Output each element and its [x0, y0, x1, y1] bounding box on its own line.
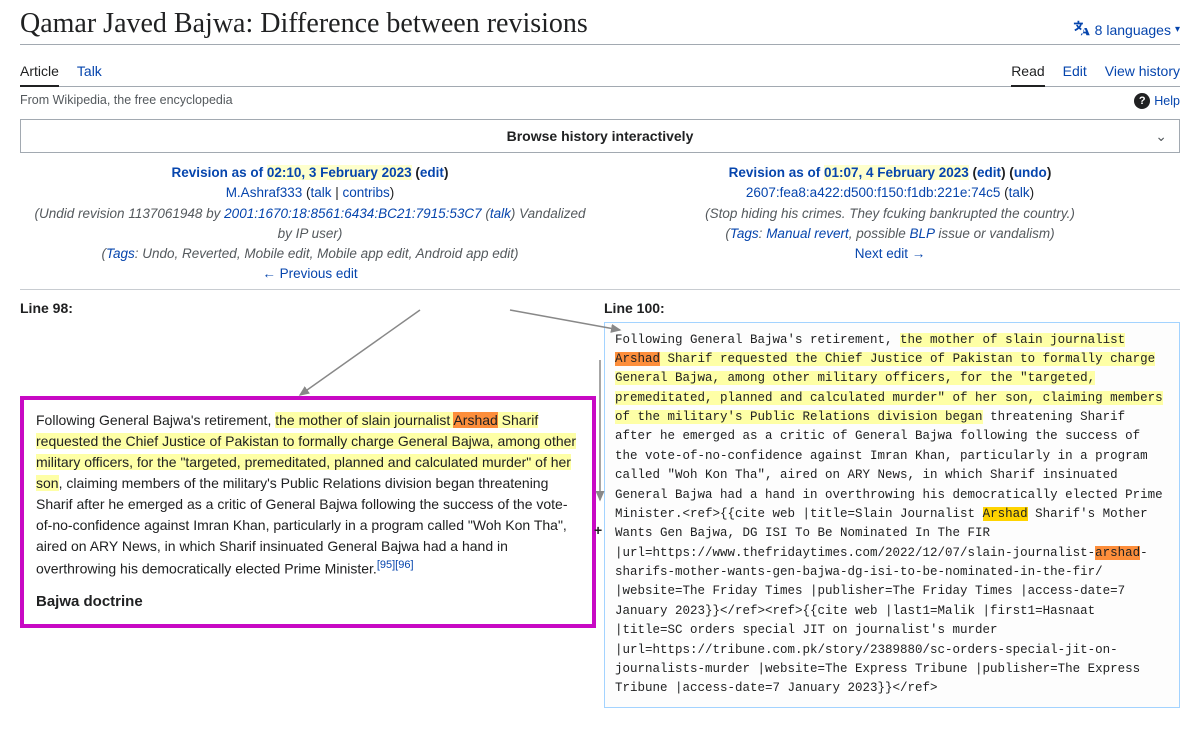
page-title: Qamar Javed Bajwa: Difference between re… [20, 8, 1180, 45]
left-edit-link[interactable]: edit [420, 165, 444, 180]
left-talk-link[interactable]: talk [310, 185, 331, 200]
subheader: From Wikipedia, the free encyclopedia ? … [20, 93, 1180, 109]
tags-link[interactable]: Tags [106, 246, 135, 261]
title-text: Qamar Javed Bajwa: Difference between re… [20, 8, 588, 40]
left-ip-link[interactable]: 2001:1670:18:8561:6434:BC21:7915:53C7 [224, 206, 481, 221]
left-rev-link[interactable]: Revision as of 02:10, 3 February 2023 [172, 165, 412, 180]
right-summary: (Stop hiding his crimes. They fcuking ba… [610, 204, 1170, 224]
right-ip-link[interactable]: 2607:fea8:a422:d500:f150:f1db:221e:74c5 [746, 185, 1000, 200]
browse-history-box[interactable]: Browse history interactively ⌄ [20, 119, 1180, 153]
right-tabs: Read Edit View history [1011, 63, 1180, 86]
right-talk-link[interactable]: talk [1009, 185, 1030, 200]
prev-edit-link[interactable]: ← Previous edit [262, 266, 357, 281]
ref-96[interactable]: [96] [395, 559, 413, 571]
left-ip-talk-link[interactable]: talk [490, 206, 511, 221]
right-diff-col: Line 100: Following General Bajwa's reti… [604, 300, 1180, 708]
browse-label: Browse history interactively [507, 128, 694, 144]
left-revision: Revision as of 02:10, 3 February 2023 (e… [20, 159, 600, 290]
right-undo-link[interactable]: undo [1014, 165, 1047, 180]
tab-read[interactable]: Read [1011, 63, 1044, 87]
tab-talk[interactable]: Talk [77, 63, 102, 86]
right-revision: Revision as of 01:07, 4 February 2023 (e… [600, 159, 1180, 290]
chevron-down-icon: ▾ [1175, 24, 1180, 35]
left-diff-col: Line 98: Following General Bajwa's retir… [20, 300, 596, 708]
tags-link[interactable]: Tags [730, 226, 759, 241]
translate-icon [1073, 19, 1091, 40]
manual-revert-link[interactable]: Manual revert [766, 226, 849, 241]
chevron-down-icon: ⌄ [1155, 128, 1167, 145]
tab-edit[interactable]: Edit [1063, 63, 1087, 86]
plus-marker: + [594, 522, 602, 538]
left-line-label: Line 98: [20, 300, 596, 316]
tab-view-history[interactable]: View history [1105, 63, 1180, 86]
tabs-row: Article Talk Read Edit View history [20, 63, 1180, 87]
next-edit-link[interactable]: Next edit → [855, 246, 926, 261]
ref-95[interactable]: [95] [377, 559, 395, 571]
left-user-link[interactable]: M.Ashraf333 [226, 185, 303, 200]
right-edit-link[interactable]: edit [977, 165, 1001, 180]
left-contribs-link[interactable]: contribs [343, 185, 390, 200]
right-diff-box: Following General Bajwa's retirement, th… [604, 322, 1180, 708]
tagline: From Wikipedia, the free encyclopedia [20, 93, 233, 109]
blp-link[interactable]: BLP [910, 226, 935, 241]
languages-link[interactable]: 8 languages ▾ [1073, 19, 1180, 40]
right-line-label: Line 100: [604, 300, 1180, 316]
revision-columns: Revision as of 02:10, 3 February 2023 (e… [20, 159, 1180, 290]
left-tabs: Article Talk [20, 63, 102, 86]
diff-area: Line 98: Following General Bajwa's retir… [20, 300, 1180, 708]
help-link[interactable]: ? Help [1134, 93, 1180, 109]
tab-article[interactable]: Article [20, 63, 59, 87]
subsection-heading: Bajwa doctrine [36, 591, 580, 614]
help-icon: ? [1134, 93, 1150, 109]
right-rev-link[interactable]: Revision as of 01:07, 4 February 2023 [729, 165, 969, 180]
left-diff-box: Following General Bajwa's retirement, th… [20, 396, 596, 628]
